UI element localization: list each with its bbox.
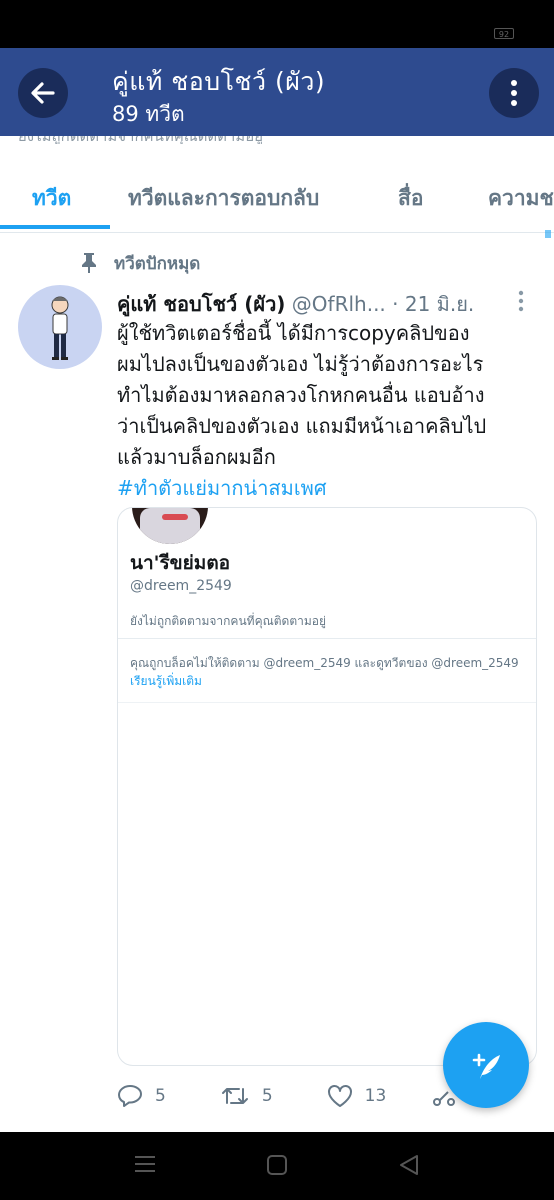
tweet-line: ว่าเป็นคลิปของตัวเอง แถมมีหน้าเอาคลิบไป	[117, 414, 487, 438]
reply-count: 5	[155, 1086, 166, 1106]
tweet-count: 89 ทวีต	[112, 102, 185, 126]
card-follow-status: ยังไม่ถูกติดตามจากคนที่คุณติดตามอยู่	[130, 614, 326, 628]
tweet-line: แล้วมาบล็อกผมอีก	[117, 445, 276, 469]
pin-icon	[82, 253, 96, 273]
tweet-options-button[interactable]	[517, 290, 525, 316]
card-profile-name: นา'รีขย่มตอ	[130, 552, 231, 574]
tab-media[interactable]: สื่อ	[398, 182, 423, 215]
card-learn-more-link: เรียนรู้เพิ่มเติม	[130, 674, 202, 688]
card-profile-handle: @dreem_2549	[130, 578, 232, 594]
pinned-text: ทวีตปักหมุด	[114, 253, 201, 274]
tweet-actions: 5 5 13	[117, 1082, 456, 1110]
tweet-author-handle: @OfRlh...	[291, 292, 386, 316]
embedded-image-card[interactable]: นา'รีขย่มตอ @dreem_2549 ยังไม่ถูกติดตามจ…	[117, 507, 537, 1066]
tweet-line: ผมไปลงเป็นของตัวเอง ไม่รู้ว่าต้องการอะไร	[117, 352, 484, 376]
status-bar: 92	[0, 0, 554, 48]
battery-icon: 92	[494, 28, 514, 39]
home-icon[interactable]	[266, 1154, 288, 1176]
profile-title: คู่แท้ ชอบโชว์ (ผัว)	[112, 67, 326, 96]
more-options-button[interactable]	[489, 68, 539, 118]
retweet-icon	[221, 1088, 248, 1104]
recent-apps-icon[interactable]	[134, 1154, 156, 1174]
tweet-header: คู่แท้ ชอบโชว์ (ผัว) @OfRlh... · 21 มิ.ย…	[117, 288, 512, 320]
card-blocked-notice: คุณถูกบล็อคไม่ให้ติดตาม @dreem_2549 และด…	[130, 656, 519, 670]
like-button[interactable]: 13	[327, 1084, 387, 1108]
active-tab-indicator	[0, 225, 110, 229]
more-vertical-icon	[518, 290, 524, 312]
compose-tweet-button[interactable]	[443, 1022, 529, 1108]
scrolled-profile-text-content: ยังไม่ถูกติดตามจากคนที่คุณติดตามอยู่	[18, 136, 358, 144]
reply-button[interactable]: 5	[117, 1083, 166, 1109]
back-nav-icon[interactable]	[398, 1154, 420, 1176]
pinned-tweet-label: ทวีตปักหมุด	[80, 248, 200, 278]
scrollbar	[545, 230, 551, 238]
retweet-button[interactable]: 5	[220, 1083, 273, 1109]
hashtag-link[interactable]: #ทำตัวแย่มากน่าสมเพศ	[117, 473, 537, 504]
scrolled-profile-text: ยังไม่ถูกติดตามจากคนที่คุณติดตามอยู่	[18, 136, 358, 144]
heart-icon	[327, 1085, 352, 1107]
arrow-left-icon	[31, 82, 55, 104]
divider	[118, 638, 536, 639]
compose-tweet-icon	[472, 1053, 500, 1079]
profile-header: คู่แท้ ชอบโชว์ (ผัว) 89 ทวีต	[0, 48, 554, 136]
divider	[118, 702, 536, 703]
tweet-line: ผู้ใช้ทวิตเตอร์ชื่อนี้ ได้มีการcopyคลิปข…	[117, 321, 470, 345]
like-count: 13	[364, 1086, 387, 1106]
tab-tweets[interactable]: ทวีต	[32, 182, 71, 215]
card-profile-photo	[132, 508, 208, 544]
system-navigation-bar	[0, 1132, 554, 1200]
profile-tabs: ทวีต ทวีตและการตอบกลับ สื่อ ความชอบ	[0, 162, 554, 233]
tweet-text: ผู้ใช้ทวิตเตอร์ชื่อนี้ ได้มีการcopyคลิปข…	[117, 318, 537, 504]
back-button[interactable]	[18, 68, 68, 118]
avatar-illustration	[51, 296, 69, 360]
reply-icon	[118, 1085, 142, 1107]
tab-likes[interactable]: ความชอบ	[488, 182, 554, 215]
tab-tweets-and-replies[interactable]: ทวีตและการตอบกลับ	[128, 182, 319, 215]
retweet-count: 5	[261, 1086, 273, 1106]
tweet-date: · 21 มิ.ย.	[392, 292, 475, 316]
avatar[interactable]	[18, 285, 102, 369]
more-vertical-icon	[511, 80, 517, 106]
tweet-author-name[interactable]: คู่แท้ ชอบโชว์ (ผัว)	[117, 292, 285, 316]
tweet-line: ทำไมต้องมาหลอกลวงโกหกคนอื่น แอบอ้าง	[117, 383, 485, 407]
